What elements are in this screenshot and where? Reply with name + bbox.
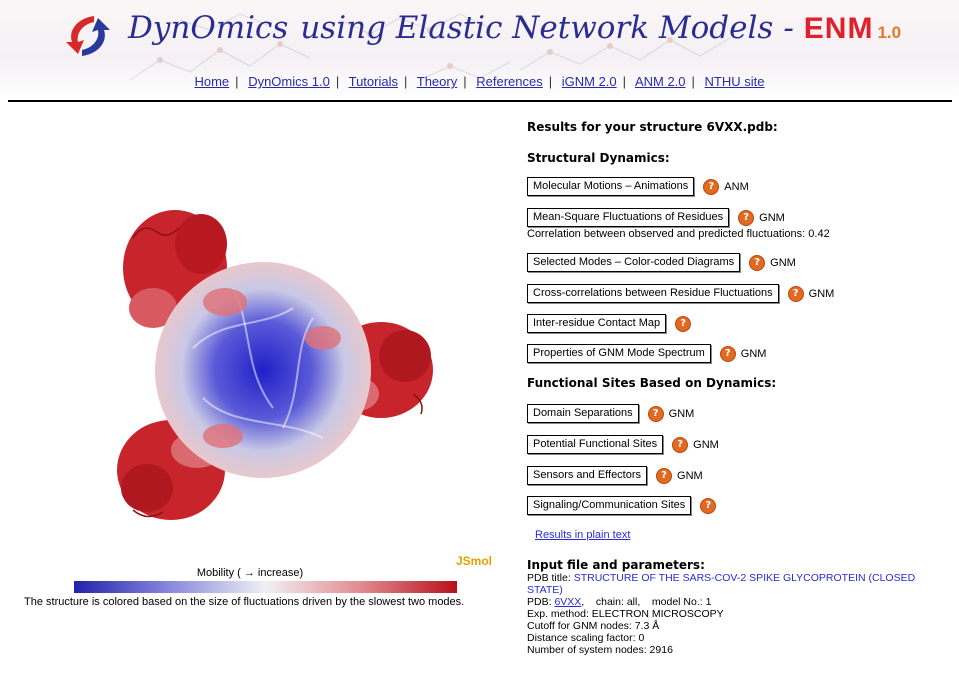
brand-name: DynOmics: [128, 10, 289, 46]
parameters-heading: Input file and parameters:: [527, 558, 705, 572]
exp-method: Exp. method: ELECTRON MICROSCOPY: [527, 608, 724, 620]
functional-sites-heading: Functional Sites Based on Dynamics:: [527, 376, 777, 390]
result-row: Domain Separations ? GNM: [527, 404, 694, 423]
nav-ignm-link[interactable]: iGNM 2.0: [562, 74, 617, 89]
pdb-line: PDB: 6VXX, chain: all, model No.: 1: [527, 596, 927, 608]
pdb-title-value: STRUCTURE OF THE SARS-COV-2 SPIKE GLYCOP…: [527, 572, 916, 596]
protein-structure-render[interactable]: [113, 198, 443, 538]
nav-separator: |: [403, 74, 408, 89]
plain-text-results-link[interactable]: Results in plain text: [535, 529, 630, 541]
jsmol-label: JSmol: [456, 554, 493, 568]
mobility-color-bar: [74, 581, 457, 593]
correlation-note: Correlation between observed and predict…: [527, 228, 830, 240]
structure-caption: The structure is colored based on the si…: [24, 596, 465, 608]
nav-separator: |: [463, 74, 467, 89]
help-icon[interactable]: ?: [672, 436, 689, 453]
result-row: Sensors and Effectors ? GNM: [527, 466, 703, 485]
result-row: Potential Functional Sites ? GNM: [527, 435, 719, 454]
method-tag: GNM: [759, 211, 785, 224]
method-tag: ANM: [724, 180, 749, 193]
nav-tutorials-link[interactable]: Tutorials: [349, 74, 398, 89]
system-nodes: Number of system nodes: 2916: [527, 644, 673, 656]
nav-separator: |: [691, 74, 695, 89]
gnm-cutoff: Cutoff for GNM nodes: 7.3 Å: [527, 620, 660, 632]
input-parameters: Input file and parameters: PDB title: ST…: [527, 559, 927, 656]
method-tag: GNM: [770, 256, 796, 269]
pdb-label: PDB:: [527, 596, 555, 608]
site-title: DynOmics using Elastic Network Models - ENM…: [128, 10, 901, 46]
mean-square-fluctuations-button[interactable]: Mean-Square Fluctuations of Residues: [527, 208, 730, 227]
structural-dynamics-heading: Structural Dynamics:: [527, 151, 670, 165]
nav-nthu-link[interactable]: NTHU site: [705, 74, 765, 89]
contact-map-button[interactable]: Inter-residue Contact Map: [527, 314, 667, 333]
nav-home-link[interactable]: Home: [194, 74, 229, 89]
nav-separator: |: [548, 74, 553, 89]
nav-separator: |: [335, 74, 340, 89]
pdb-id-link[interactable]: 6VXX: [554, 596, 581, 608]
molecular-motions-button[interactable]: Molecular Motions – Animations: [527, 177, 695, 196]
nav-theory-link[interactable]: Theory: [417, 74, 457, 89]
nav-separator: |: [235, 74, 239, 89]
help-icon[interactable]: ?: [738, 209, 755, 226]
help-icon[interactable]: ?: [700, 497, 717, 514]
help-icon[interactable]: ?: [656, 467, 673, 484]
enm-badge: ENM: [803, 12, 874, 45]
method-tag: GNM: [693, 438, 719, 451]
result-row: Molecular Motions – Animations ? ANM: [527, 177, 749, 196]
pdb-title-line: PDB title: STRUCTURE OF THE SARS-COV-2 S…: [527, 572, 927, 596]
result-row: Signaling/Communication Sites ?: [527, 496, 717, 515]
nav-anm-link[interactable]: ANM 2.0: [635, 74, 686, 89]
dynomics-logo: [66, 16, 110, 56]
result-row: Inter-residue Contact Map ?: [527, 314, 692, 333]
method-tag: GNM: [677, 469, 703, 482]
result-row: Cross-correlations between Residue Fluct…: [527, 284, 834, 303]
title-dash: -: [783, 10, 794, 46]
chain-model-info: , chain: all, model No.: 1: [581, 596, 712, 608]
help-icon[interactable]: ?: [719, 345, 736, 362]
page-header: DynOmics using Elastic Network Models - ENM…: [0, 0, 959, 98]
method-tag: GNM: [668, 407, 695, 420]
help-icon[interactable]: ?: [647, 405, 664, 422]
result-row: Properties of GNM Mode Spectrum ? GNM: [527, 344, 766, 363]
help-icon[interactable]: ?: [675, 315, 692, 332]
top-navigation: Home | DynOmics 1.0 | Tutorials | Theory | R…: [0, 74, 959, 89]
header-divider: [8, 100, 952, 102]
nav-separator: |: [622, 74, 627, 89]
help-icon[interactable]: ?: [787, 285, 804, 302]
potential-functional-sites-button[interactable]: Potential Functional Sites: [527, 435, 664, 454]
method-tag: GNM: [808, 287, 835, 300]
method-tag: GNM: [740, 347, 767, 360]
mobility-label: Mobility ( → increase): [196, 567, 304, 579]
gnm-mode-spectrum-button[interactable]: Properties of GNM Mode Spectrum: [527, 344, 711, 363]
nav-dynomics-link[interactable]: DynOmics 1.0: [248, 74, 330, 89]
version-label: 1.0: [877, 23, 902, 42]
help-icon[interactable]: ?: [703, 178, 720, 195]
jsmol-viewer[interactable]: [8, 110, 498, 570]
result-row: Mean-Square Fluctuations of Residues ? G…: [527, 208, 785, 227]
selected-modes-button[interactable]: Selected Modes – Color-coded Diagrams: [527, 253, 741, 272]
cross-correlations-button[interactable]: Cross-correlations between Residue Fluct…: [527, 284, 779, 303]
nav-references-link[interactable]: References: [476, 74, 542, 89]
sensors-effectors-button[interactable]: Sensors and Effectors: [527, 466, 648, 485]
distance-scaling: Distance scaling factor: 0: [527, 632, 645, 644]
pdb-title-label: PDB title:: [527, 572, 574, 584]
signaling-sites-button[interactable]: Signaling/Communication Sites: [527, 496, 692, 515]
site-subtitle: using Elastic Network Models: [300, 10, 774, 46]
result-row: Selected Modes – Color-coded Diagrams ? …: [527, 253, 796, 272]
help-icon[interactable]: ?: [749, 254, 766, 271]
domain-separations-button[interactable]: Domain Separations: [527, 404, 639, 423]
results-heading: Results for your structure 6VXX.pdb:: [527, 120, 778, 134]
